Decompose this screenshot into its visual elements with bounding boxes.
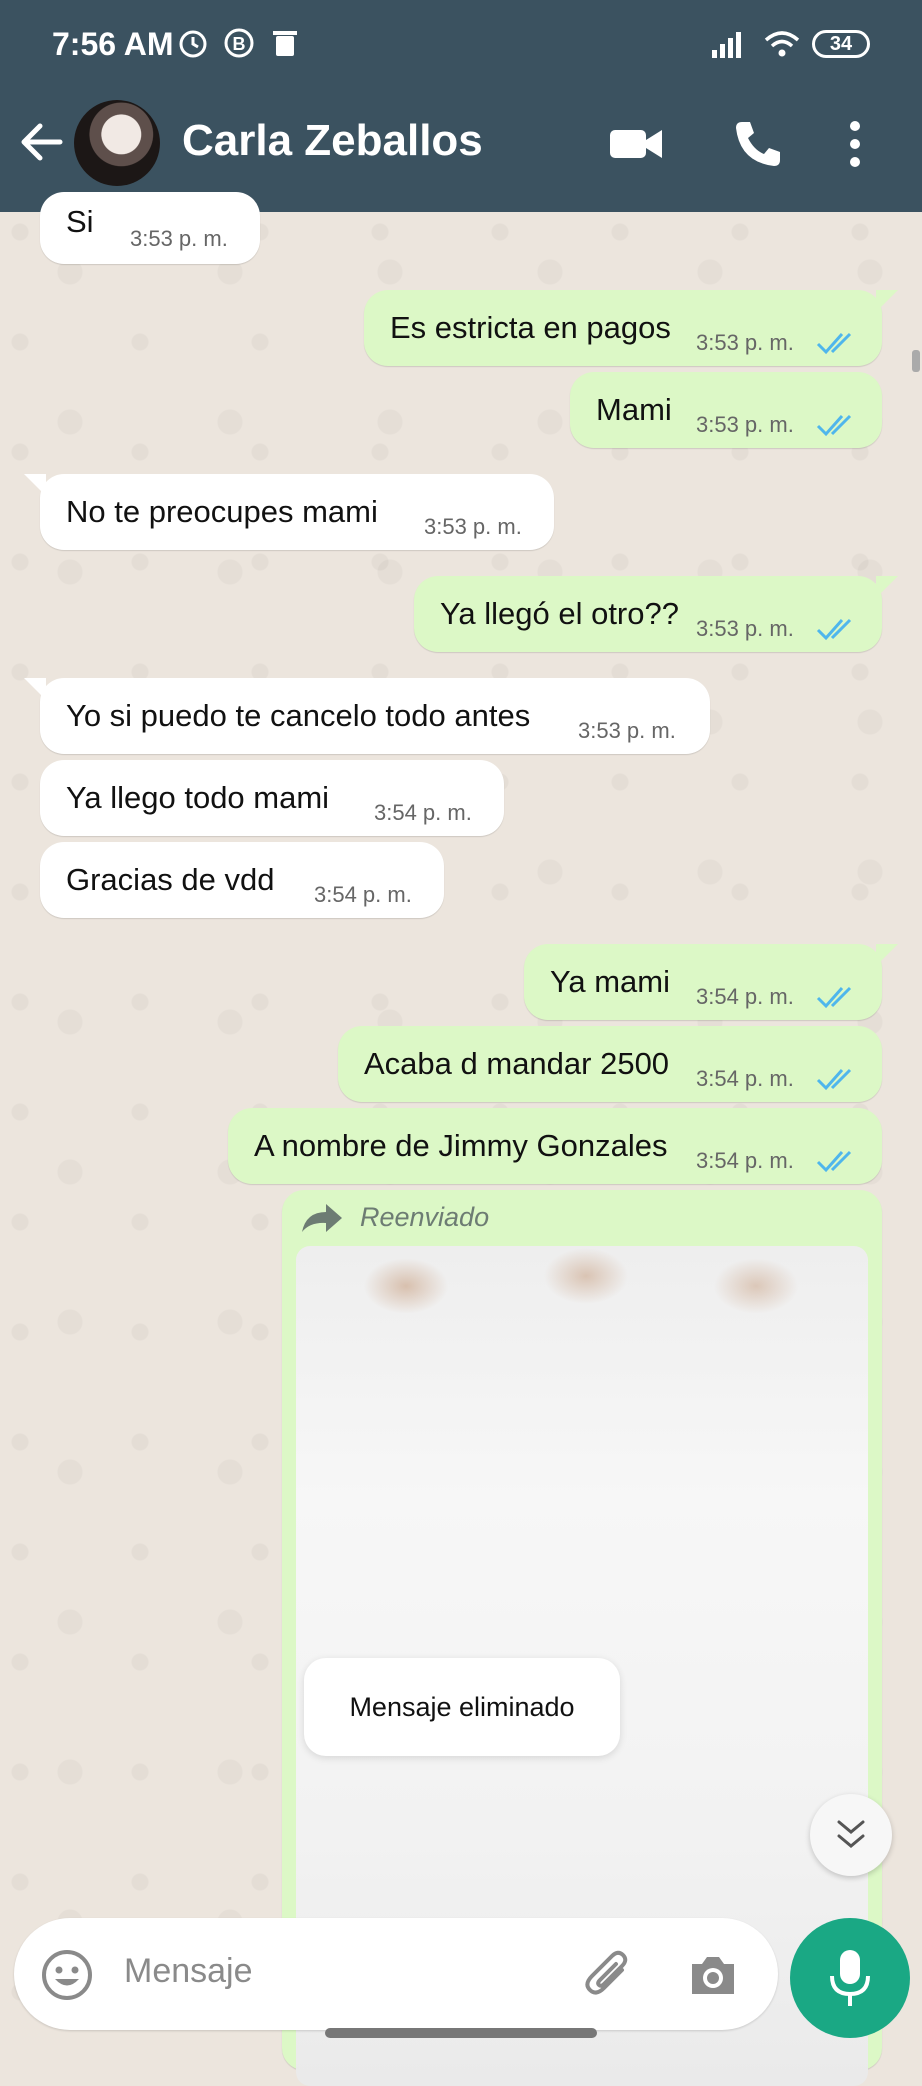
read-ticks-icon [816,986,852,1009]
message-incoming[interactable]: Ya llego todo mami 3:54 p. m. [40,760,504,836]
message-outgoing[interactable]: Ya llegó el otro?? 3:53 p. m. [414,576,898,652]
trash-icon [273,31,297,56]
attach-icon[interactable] [582,1948,636,2002]
message-incoming[interactable]: Yo si puedo te cancelo todo antes 3:53 p… [24,678,710,754]
camera-icon[interactable] [686,1948,740,2002]
scroll-to-bottom-button[interactable] [810,1794,892,1876]
status-time: 7:56 AM [52,26,174,62]
message-outgoing[interactable]: Acaba d mandar 2500 3:54 p. m. [338,1026,882,1102]
more-vert-icon[interactable] [840,116,870,172]
b-badge-icon: B [224,28,254,58]
message-outgoing[interactable]: A nombre de Jimmy Gonzales 3:54 p. m. [228,1108,882,1184]
contact-name[interactable]: Carla Zeballos [182,116,483,166]
read-ticks-icon [816,414,852,437]
forwarded-label: Reenviado [360,1202,490,1232]
read-ticks-icon [816,1068,852,1091]
read-ticks-icon [816,332,852,355]
deleted-message-toast: Mensaje eliminado [304,1658,620,1756]
message-outgoing[interactable]: Ya mami 3:54 p. m. [524,944,898,1020]
message-input[interactable]: Mensaje [14,1918,778,2030]
video-call-icon[interactable] [608,116,664,172]
message-outgoing[interactable]: Es estricta en pagos 3:53 p. m. [364,290,898,366]
svg-text:B: B [233,34,246,54]
message-outgoing[interactable]: Mami 3:53 p. m. [570,372,882,448]
phone-icon[interactable] [730,116,786,172]
alarm-icon [179,30,207,58]
back-arrow-icon[interactable] [14,114,70,170]
wifi-icon [764,31,800,57]
signal-icon [712,32,741,58]
double-chevron-down-icon [837,1820,865,1848]
forward-icon [302,1204,342,1232]
input-placeholder: Mensaje [124,1952,253,1990]
mic-button[interactable] [790,1918,910,2038]
scrollbar-thumb[interactable] [912,350,920,372]
battery-indicator: 34 [812,30,870,58]
message-incoming[interactable]: Gracias de vdd 3:54 p. m. [40,842,444,918]
gesture-home-bar[interactable] [325,2028,597,2038]
status-bar: 7:56 AM B 34 [0,0,922,90]
mic-icon [830,1950,870,2006]
read-ticks-icon [816,618,852,641]
app-bar: 7:56 AM B 34 Carla Zeballos [0,0,922,212]
message-incoming[interactable]: Si 3:53 p. m. [40,192,260,264]
emoji-icon[interactable] [40,1948,94,2002]
contact-avatar[interactable] [74,100,160,186]
message-incoming[interactable]: No te preocupes mami 3:53 p. m. [24,474,554,550]
read-ticks-icon [816,1150,852,1173]
